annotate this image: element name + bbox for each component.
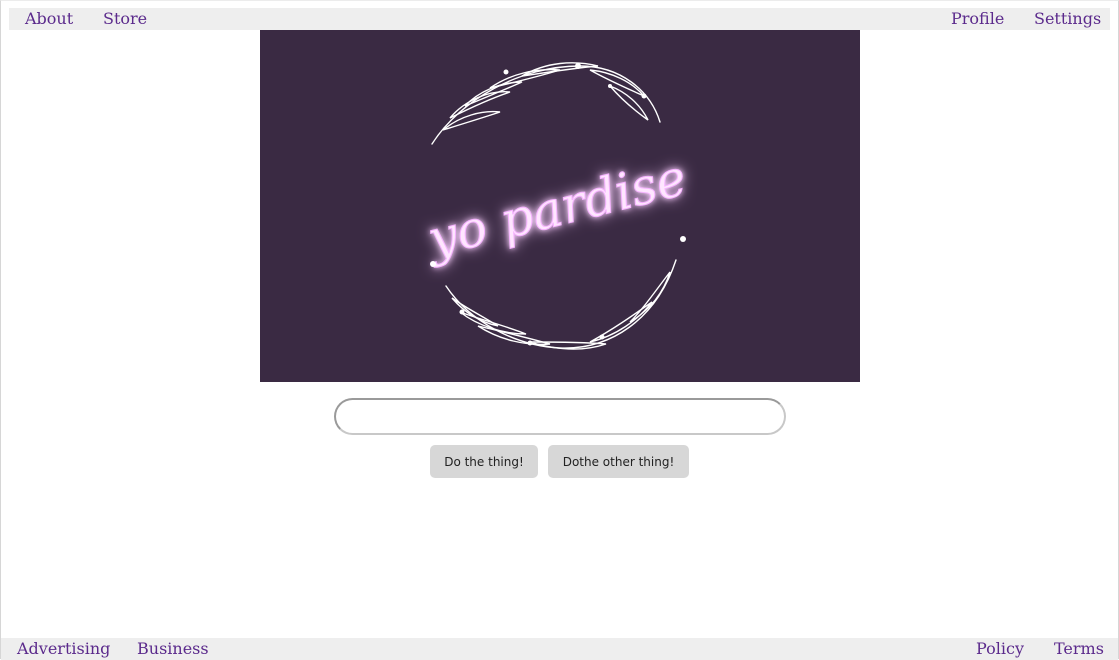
logo-text: yo pardise [420,148,691,268]
footer-nav: Advertising Business Policy Terms [1,638,1118,660]
nav-about-link[interactable]: About [25,8,73,30]
search-input[interactable] [334,398,786,435]
do-the-other-thing-button[interactable]: Dothe other thing! [548,445,689,478]
wreath-bottom-branch [445,259,677,350]
logo-image: yo pardise [420,62,692,350]
wreath-top-branch [431,62,661,145]
hero-logo-banner: yo pardise [260,30,860,382]
nav-settings-link[interactable]: Settings [1034,8,1101,30]
footer-policy-link[interactable]: Policy [976,638,1024,660]
neon-logo-text: yo pardise [420,148,692,269]
top-nav: About Store Profile Settings [9,8,1110,30]
footer-terms-link[interactable]: Terms [1054,638,1104,660]
do-the-thing-button[interactable]: Do the thing! [430,445,538,478]
nav-profile-link[interactable]: Profile [951,8,1004,30]
nav-store-link[interactable]: Store [103,8,147,30]
footer-advertising-link[interactable]: Advertising [17,638,110,660]
footer-business-link[interactable]: Business [137,638,209,660]
